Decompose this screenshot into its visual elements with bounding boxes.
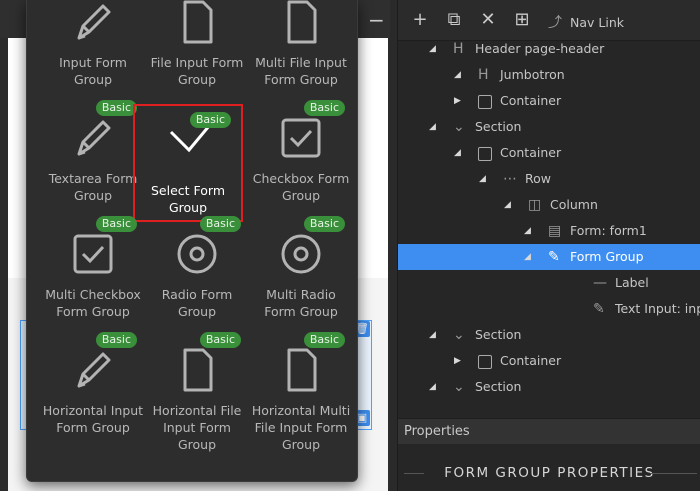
tile-label: Horizontal Input Form Group bbox=[42, 403, 144, 435]
container-icon bbox=[478, 355, 492, 369]
palette-tile[interactable]: BasicInput Form Group bbox=[41, 0, 145, 106]
tree-node-label: Section bbox=[475, 327, 522, 342]
palette-tile[interactable]: Basic Horizontal Input Form Group bbox=[41, 332, 145, 454]
palette-tile[interactable]: Basic Radio Form Group bbox=[145, 216, 249, 338]
palette-tile[interactable]: Basic Horizontal File Input Form Group bbox=[145, 332, 249, 454]
tree-node-label: Form: form1 bbox=[570, 223, 647, 238]
tree-node[interactable]: ▶ Container bbox=[398, 88, 700, 114]
tree-node[interactable]: ▶ Container bbox=[398, 348, 700, 374]
tree-node-label: Text Input: inp bbox=[615, 301, 700, 316]
tree-node-label: Container bbox=[500, 353, 562, 368]
basic-badge: Basic bbox=[303, 100, 345, 116]
tile-label: Input Form Group bbox=[59, 55, 127, 87]
tile-label: Horizontal File Input Form Group bbox=[152, 403, 242, 452]
palette-tile[interactable]: BasicMulti File Input Form Group bbox=[249, 0, 353, 106]
collapse-arrow-icon[interactable]: ◢ bbox=[429, 374, 436, 400]
tree-node[interactable]: ✎ Text Input: inp bbox=[398, 296, 700, 322]
pencil-icon: ✎ bbox=[548, 249, 560, 265]
tree-node-label: Section bbox=[475, 379, 522, 394]
collapse-arrow-icon[interactable]: ◢ bbox=[429, 36, 436, 62]
basic-badge: Basic bbox=[199, 216, 241, 232]
tree-node[interactable]: ◢ ✎ Form Group bbox=[398, 244, 700, 270]
basic-badge: Basic bbox=[95, 332, 137, 348]
basic-badge: Basic bbox=[199, 332, 241, 348]
header-icon: H bbox=[478, 67, 489, 83]
collapse-arrow-icon[interactable]: ◢ bbox=[479, 166, 486, 192]
tile-label: Select Form Group bbox=[150, 183, 226, 215]
collapse-arrow-icon[interactable]: ◢ bbox=[504, 192, 511, 218]
tree-node[interactable]: ◢ Container bbox=[398, 140, 700, 166]
tile-label: Multi Radio Form Group bbox=[264, 287, 338, 319]
structure-panel: + ⧉ ✕ ⊞ ⤴ Nav Link ◢ H Header page-header ◢ H J… bbox=[397, 0, 700, 491]
container-icon bbox=[478, 95, 492, 109]
collapse-arrow-icon[interactable]: ◢ bbox=[524, 218, 531, 244]
tree-node-label: Nav Link bbox=[570, 15, 624, 30]
tree-node[interactable]: ◢ H Jumbotron bbox=[398, 62, 700, 88]
column-icon: ◫ bbox=[528, 197, 542, 213]
tree-node-label: Label bbox=[615, 275, 649, 290]
section-icon: ⌄ bbox=[453, 379, 465, 395]
collapse-icon[interactable]: − bbox=[368, 8, 385, 32]
tile-label: Checkbox Form Group bbox=[252, 171, 350, 203]
collapse-arrow-icon[interactable]: ◢ bbox=[524, 244, 531, 270]
section-icon: ⌄ bbox=[453, 327, 465, 343]
section-title-text: FORM GROUP PROPERTIES bbox=[444, 465, 655, 481]
tree-node-label: Header page-header bbox=[475, 41, 605, 56]
basic-badge: Basic bbox=[303, 216, 345, 232]
tile-label: Radio Form Group bbox=[161, 287, 233, 319]
properties-bar[interactable]: Properties bbox=[398, 418, 700, 444]
section-icon: ⌄ bbox=[453, 119, 465, 135]
tree-node[interactable]: — Label bbox=[398, 270, 700, 296]
collapse-arrow-icon[interactable]: ◢ bbox=[454, 62, 461, 88]
link-icon: ⤴ bbox=[548, 15, 562, 31]
dash-icon: — bbox=[593, 275, 607, 291]
basic-badge: Basic bbox=[95, 216, 137, 232]
palette-tile[interactable]: Basic Multi Radio Form Group bbox=[249, 216, 353, 338]
palette-tile[interactable]: Basic Textarea Form Group bbox=[41, 100, 145, 222]
basic-badge: Basic bbox=[189, 112, 231, 128]
pencil-icon: ✎ bbox=[593, 301, 605, 317]
tree-node-label: Container bbox=[500, 93, 562, 108]
tree-node[interactable]: ◢ ◫ Column bbox=[398, 192, 700, 218]
form-icon: ▤ bbox=[548, 223, 562, 239]
tree-node[interactable]: ◢ ▤ Form: form1 bbox=[398, 218, 700, 244]
tree-node[interactable]: ◢ ⌄ Section bbox=[398, 114, 700, 140]
tree-node[interactable]: ◢ H Header page-header bbox=[398, 36, 700, 62]
component-palette: BasicInput Form GroupBasicFile Input For… bbox=[26, 0, 358, 482]
palette-tile[interactable]: Basic Select Form Group bbox=[133, 104, 243, 222]
collapse-arrow-icon[interactable]: ◢ bbox=[429, 114, 436, 140]
tree-node-label: Column bbox=[550, 197, 598, 212]
tree-node-label: Container bbox=[500, 145, 562, 160]
palette-tile[interactable]: Basic Multi Checkbox Form Group bbox=[41, 216, 145, 338]
basic-badge: Basic bbox=[95, 100, 137, 116]
expand-arrow-icon[interactable]: ▶ bbox=[454, 88, 461, 114]
expand-arrow-icon[interactable]: ▶ bbox=[454, 348, 461, 374]
tree-node[interactable]: ⤴ Nav Link bbox=[398, 10, 700, 36]
tree-node[interactable]: ◢ ⌄ Section bbox=[398, 374, 700, 400]
tree-node-label: Section bbox=[475, 119, 522, 134]
tree-node[interactable]: ◢ ⌄ Section bbox=[398, 322, 700, 348]
tile-label: Multi Checkbox Form Group bbox=[45, 287, 141, 319]
tree-node-label: Form Group bbox=[570, 249, 644, 264]
tile-label: File Input Form Group bbox=[150, 55, 244, 87]
row-icon: ⋯ bbox=[503, 171, 517, 187]
properties-section-title: FORM GROUP PROPERTIES bbox=[398, 458, 700, 488]
collapse-arrow-icon[interactable]: ◢ bbox=[429, 322, 436, 348]
header-icon: H bbox=[453, 41, 464, 57]
collapse-arrow-icon[interactable]: ◢ bbox=[454, 140, 461, 166]
tree-node-label: Row bbox=[525, 171, 551, 186]
palette-tile[interactable]: Basic Checkbox Form Group bbox=[249, 100, 353, 222]
tree-node[interactable]: ◢ ⋯ Row bbox=[398, 166, 700, 192]
tile-label: Textarea Form Group bbox=[48, 171, 138, 203]
basic-badge: Basic bbox=[303, 332, 345, 348]
container-icon bbox=[478, 147, 492, 161]
palette-tile[interactable]: Basic Horizontal Multi File Input Form Gr… bbox=[249, 332, 353, 454]
palette-tile[interactable]: BasicFile Input Form Group bbox=[145, 0, 249, 106]
tile-label: Multi File Input Form Group bbox=[255, 55, 347, 87]
tree-node-label: Jumbotron bbox=[500, 67, 565, 82]
tile-label: Horizontal Multi File Input Form Group bbox=[251, 403, 351, 452]
